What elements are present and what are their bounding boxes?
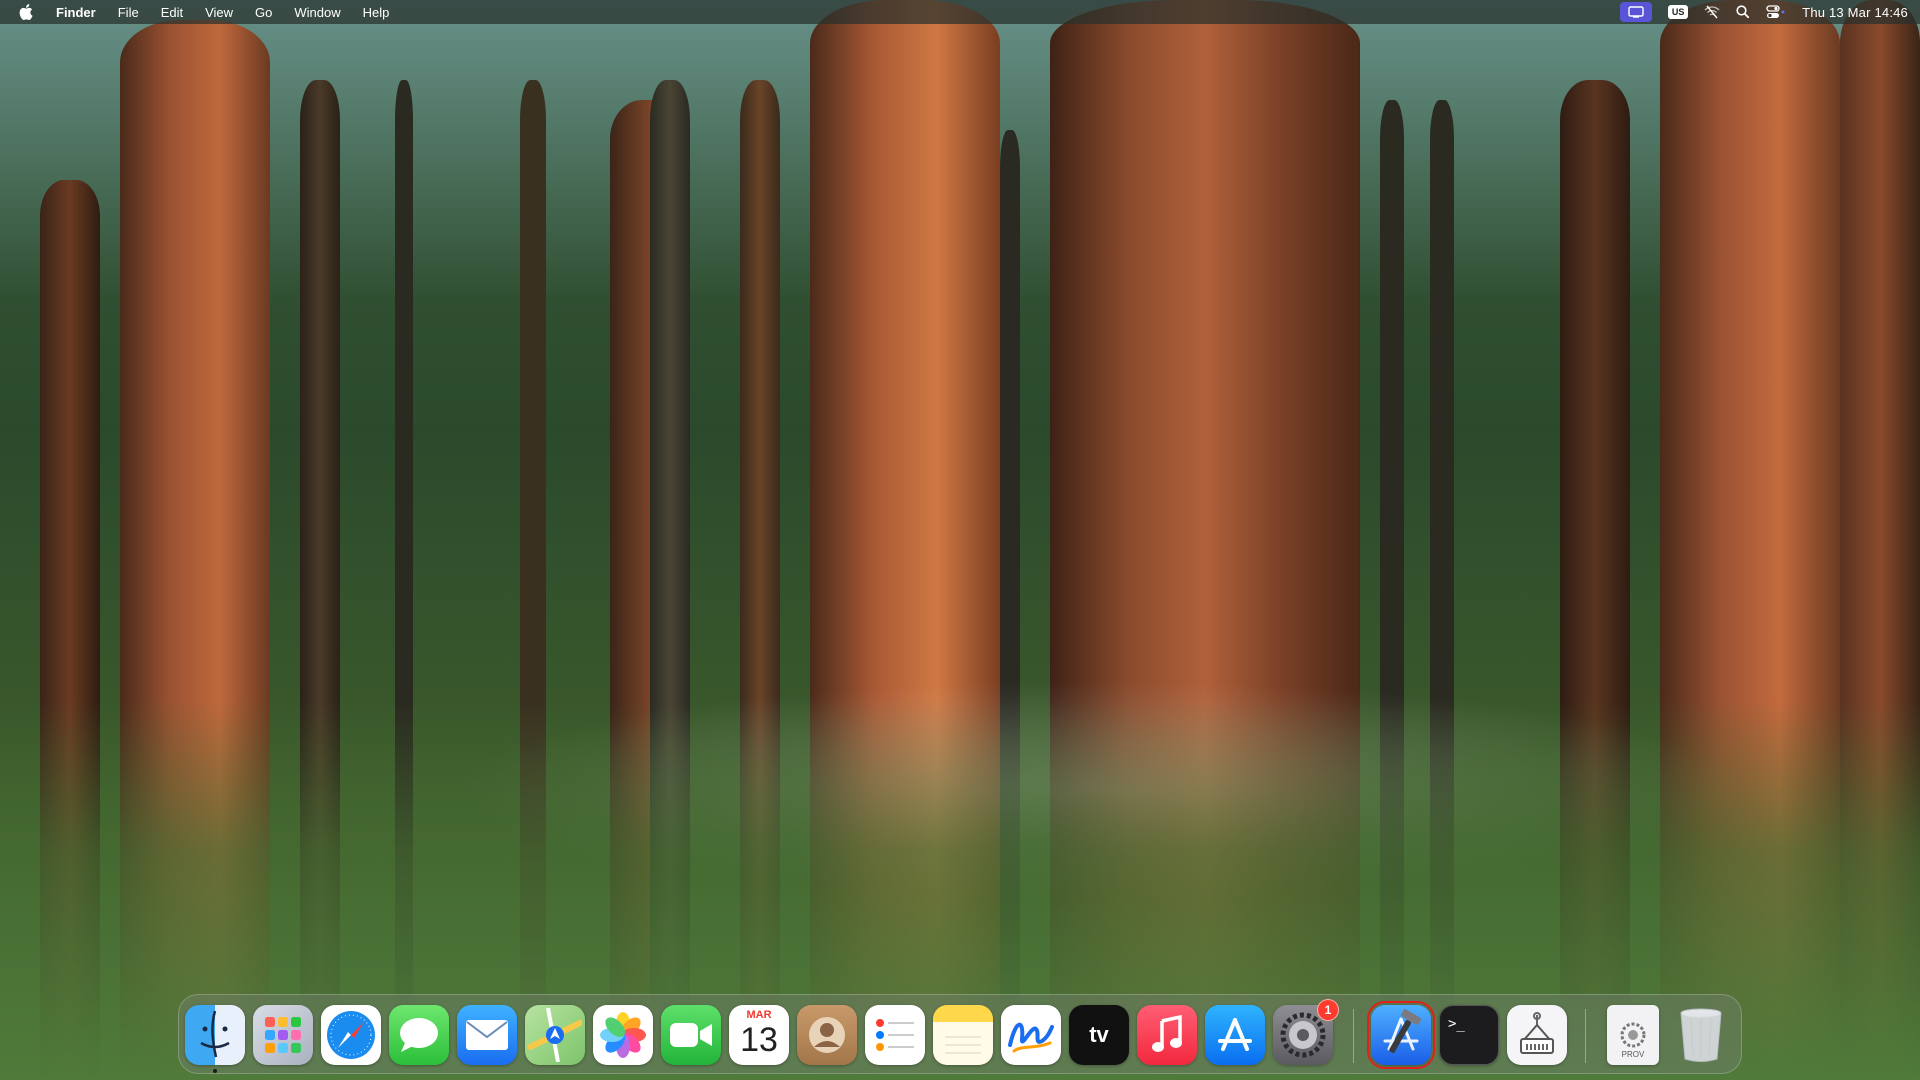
menu-window[interactable]: Window bbox=[294, 5, 340, 20]
photos-icon bbox=[600, 1012, 646, 1058]
reminders-icon bbox=[876, 1019, 914, 1051]
menu-view[interactable]: View bbox=[205, 5, 233, 20]
calendar-month-label: MAR bbox=[746, 1009, 772, 1021]
system-information-icon bbox=[1520, 1012, 1554, 1054]
dock-system-information[interactable] bbox=[1507, 1005, 1567, 1065]
screen-mirroring-icon[interactable] bbox=[1620, 2, 1653, 22]
dock-contacts[interactable] bbox=[797, 1005, 857, 1065]
apple-menu-icon[interactable] bbox=[18, 3, 34, 21]
finder-running-indicator bbox=[213, 1069, 217, 1073]
dock-launchpad[interactable] bbox=[253, 1005, 313, 1065]
dock-freeform[interactable] bbox=[1001, 1005, 1061, 1065]
menu-help[interactable]: Help bbox=[363, 5, 390, 20]
dock-provisioning-profile[interactable]: PROV bbox=[1607, 1005, 1659, 1065]
facetime-icon bbox=[670, 1023, 712, 1047]
menu-file[interactable]: File bbox=[118, 5, 139, 20]
xcode-icon bbox=[1383, 1009, 1421, 1053]
dock-photos[interactable] bbox=[593, 1005, 653, 1065]
dock-music[interactable] bbox=[1137, 1005, 1197, 1065]
dock: MAR 13 tv 1 >_ PROV bbox=[178, 994, 1742, 1074]
menu-bar-clock[interactable]: Thu 13 Mar 14:46 bbox=[1802, 5, 1908, 20]
dock-messages[interactable] bbox=[389, 1005, 449, 1065]
spotlight-search-icon[interactable] bbox=[1736, 2, 1750, 22]
active-app-menu[interactable]: Finder bbox=[56, 5, 96, 20]
launchpad-icon bbox=[265, 1017, 301, 1053]
dock-finder[interactable] bbox=[185, 1005, 245, 1065]
desktop-wallpaper bbox=[0, 0, 1920, 1080]
apple-tv-icon: tv bbox=[1089, 1022, 1109, 1047]
dock-facetime[interactable] bbox=[661, 1005, 721, 1065]
safari-icon bbox=[327, 1011, 375, 1059]
maps-icon bbox=[528, 1008, 582, 1062]
dock-separator bbox=[1353, 1009, 1354, 1063]
dock-mail[interactable] bbox=[457, 1005, 517, 1065]
terminal-icon: >_ bbox=[1448, 1016, 1465, 1032]
dock-terminal[interactable]: >_ bbox=[1439, 1005, 1499, 1065]
dock-maps[interactable] bbox=[525, 1005, 585, 1065]
notification-badge: 1 bbox=[1317, 999, 1339, 1021]
contacts-icon bbox=[809, 1017, 845, 1053]
wifi-off-icon[interactable] bbox=[1704, 2, 1720, 22]
freeform-icon bbox=[1008, 1022, 1054, 1053]
mail-icon bbox=[466, 1020, 508, 1050]
trash-icon bbox=[1680, 1008, 1722, 1062]
app-store-icon bbox=[1218, 1018, 1252, 1051]
dock-trash[interactable] bbox=[1671, 1005, 1731, 1065]
menu-bar: Finder File Edit View Go Window Help US … bbox=[0, 0, 1920, 24]
dock-calendar[interactable]: MAR 13 bbox=[729, 1005, 789, 1065]
dock-app-store[interactable] bbox=[1205, 1005, 1265, 1065]
control-center-icon[interactable] bbox=[1766, 2, 1786, 22]
keyboard-layout-indicator[interactable]: US bbox=[1668, 2, 1689, 22]
dock-apple-tv[interactable]: tv bbox=[1069, 1005, 1129, 1065]
dock-notes[interactable] bbox=[933, 1005, 993, 1065]
dock-safari[interactable] bbox=[321, 1005, 381, 1065]
dock-separator bbox=[1585, 1009, 1586, 1063]
dock-xcode[interactable] bbox=[1367, 1001, 1435, 1069]
dock-system-settings[interactable]: 1 bbox=[1273, 999, 1339, 1065]
menu-edit[interactable]: Edit bbox=[161, 5, 183, 20]
menu-go[interactable]: Go bbox=[255, 5, 272, 20]
music-icon bbox=[1152, 1015, 1182, 1052]
provisioning-profile-label: PROV bbox=[1621, 1050, 1645, 1059]
dock-reminders[interactable] bbox=[865, 1005, 925, 1065]
calendar-day-label: 13 bbox=[740, 1021, 778, 1059]
notes-icon bbox=[945, 1036, 981, 1054]
messages-icon bbox=[400, 1018, 438, 1052]
finder-icon bbox=[200, 1010, 230, 1058]
keyboard-layout-label: US bbox=[1668, 5, 1689, 19]
provisioning-profile-icon bbox=[1620, 1022, 1646, 1048]
